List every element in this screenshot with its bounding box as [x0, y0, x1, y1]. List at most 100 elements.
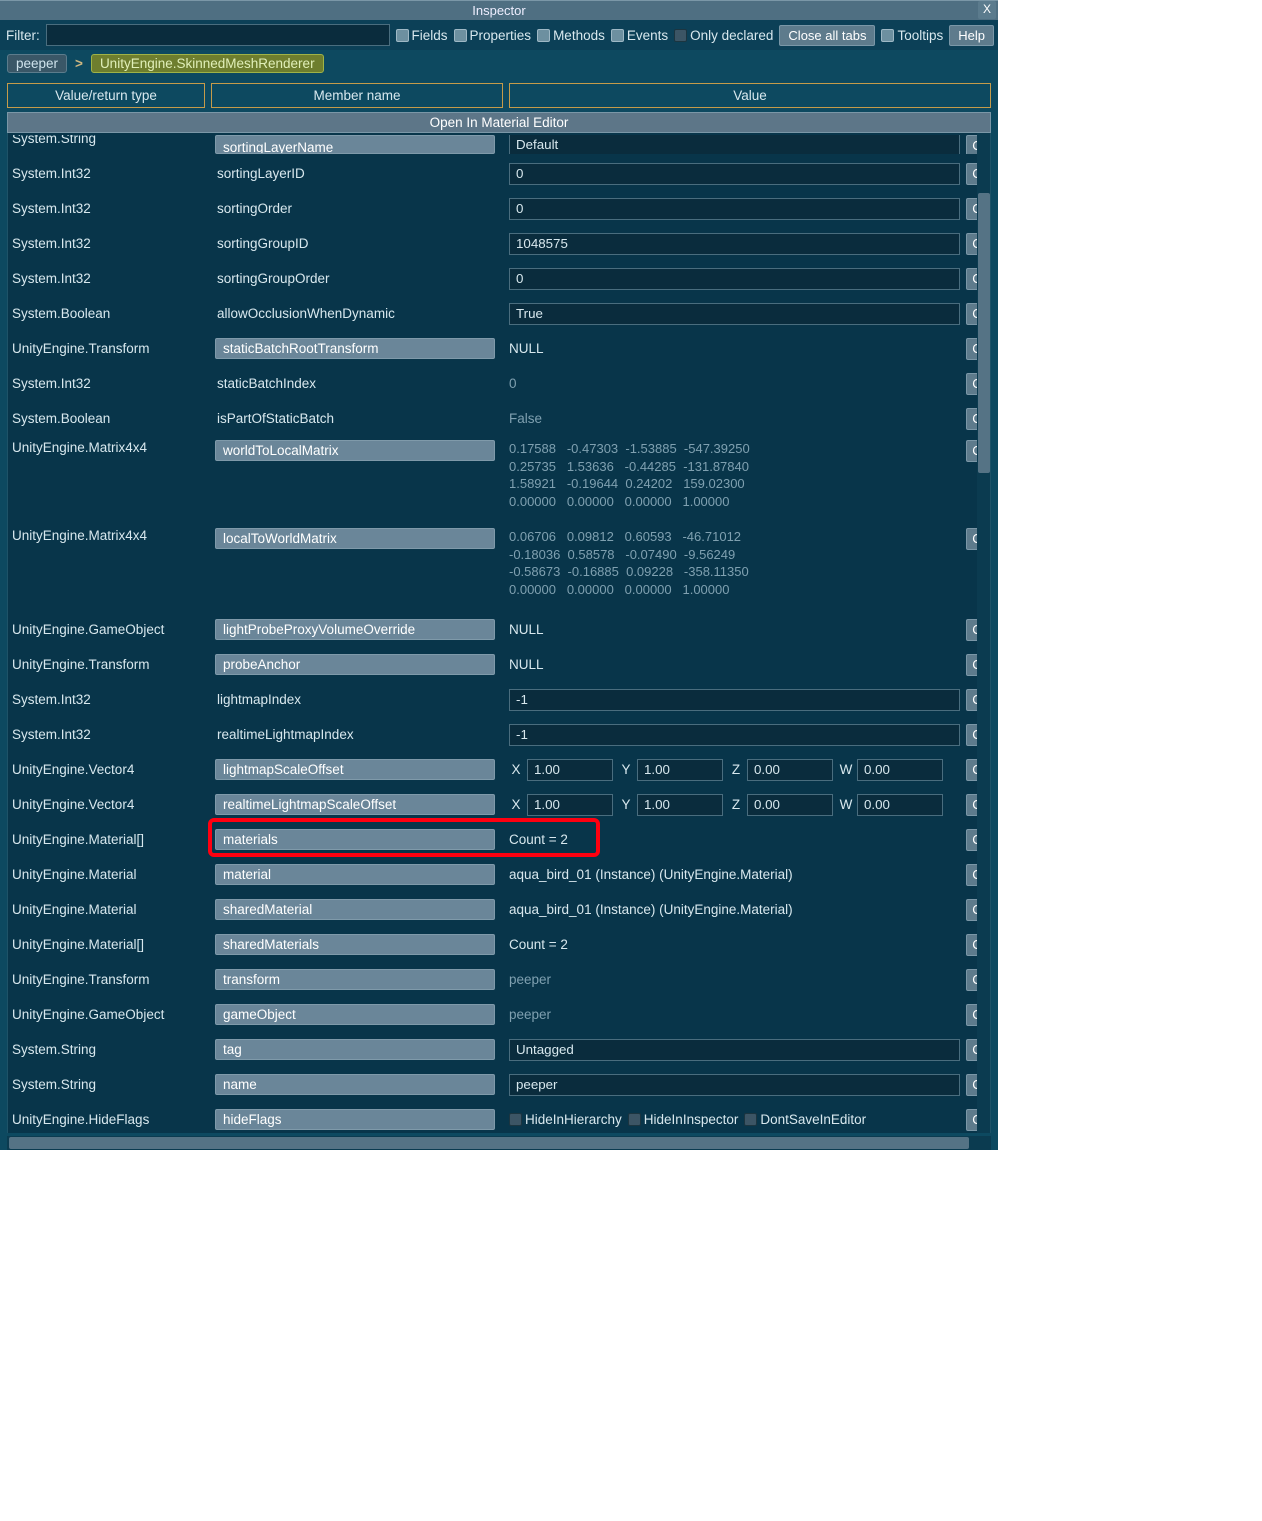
member-button[interactable]: materials [215, 829, 495, 850]
flag-toggle[interactable]: HideInInspector [628, 1112, 739, 1127]
column-headers: Value/return type Member name Value [0, 79, 998, 112]
value-input[interactable] [509, 689, 960, 711]
value-cell [507, 135, 964, 154]
toggle-fields[interactable]: Fields [396, 28, 448, 43]
member-label: sortingGroupOrder [215, 271, 330, 286]
member-button[interactable]: sharedMaterials [215, 934, 495, 955]
members-grid: System.StringsortingLayerNameCSystem.Int… [8, 133, 990, 1133]
member-cell: worldToLocalMatrix [215, 440, 507, 461]
member-label: sortingGroupID [215, 236, 309, 251]
open-in-material-editor-button[interactable]: Open In Material Editor [7, 112, 991, 133]
member-row: UnityEngine.Vector4realtimeLightmapScale… [8, 787, 990, 822]
value-dim: 0 [509, 376, 517, 391]
member-button[interactable]: sortingLayerName [215, 135, 495, 154]
toggle-methods[interactable]: Methods [537, 28, 605, 43]
member-row: System.BooleanallowOcclusionWhenDynamicC [8, 296, 990, 331]
value-input[interactable] [509, 198, 960, 220]
value-static: Count = 2 [509, 832, 568, 847]
toggle-events[interactable]: Events [611, 28, 668, 43]
flag-toggle[interactable]: HideInHierarchy [509, 1112, 622, 1127]
member-cell: realtimeLightmapIndex [215, 727, 507, 742]
value-static: aqua_bird_01 (Instance) (UnityEngine.Mat… [509, 867, 793, 882]
member-label: sortingLayerID [215, 166, 305, 181]
value-cell: NULL [507, 657, 964, 672]
member-cell: materials [215, 829, 507, 850]
member-button[interactable]: staticBatchRootTransform [215, 338, 495, 359]
filter-input[interactable] [46, 24, 390, 46]
member-button[interactable]: gameObject [215, 1004, 495, 1025]
value-cell: Count = 2 [507, 937, 964, 952]
member-button[interactable]: sharedMaterial [215, 899, 495, 920]
type-cell: UnityEngine.Transform [8, 657, 215, 672]
value-input[interactable] [509, 135, 960, 154]
member-button[interactable]: transform [215, 969, 495, 990]
horizontal-scrollbar[interactable] [7, 1136, 991, 1150]
type-cell: System.Boolean [8, 411, 215, 426]
close-icon[interactable]: X [978, 1, 996, 19]
value-input[interactable] [509, 1074, 960, 1096]
vec-input-w[interactable] [857, 794, 943, 816]
help-button[interactable]: Help [949, 25, 994, 46]
window-title: Inspector [472, 3, 525, 18]
vec-input-z[interactable] [747, 794, 833, 816]
scroll-thumb[interactable] [978, 193, 990, 473]
value-cell: Count = 2 [507, 832, 964, 847]
member-button[interactable]: worldToLocalMatrix [215, 440, 495, 461]
vec-component-y: Y [619, 794, 723, 816]
header-member: Member name [211, 83, 503, 108]
member-button[interactable]: hideFlags [215, 1109, 495, 1130]
member-cell: hideFlags [215, 1109, 507, 1130]
vec-input-x[interactable] [527, 794, 613, 816]
vertical-scrollbar[interactable] [977, 133, 991, 1133]
vec-input-y[interactable] [637, 794, 723, 816]
value-cell: False [507, 411, 964, 426]
member-button[interactable]: realtimeLightmapScaleOffset [215, 794, 495, 815]
member-button[interactable]: probeAnchor [215, 654, 495, 675]
filter-label: Filter: [4, 28, 40, 43]
value-input[interactable] [509, 1039, 960, 1061]
member-button[interactable]: lightmapScaleOffset [215, 759, 495, 780]
type-cell: System.Int32 [8, 201, 215, 216]
value-input[interactable] [509, 303, 960, 325]
member-row: UnityEngine.Vector4lightmapScaleOffsetXY… [8, 752, 990, 787]
member-button[interactable]: localToWorldMatrix [215, 528, 495, 549]
vec-input-x[interactable] [527, 759, 613, 781]
member-button[interactable]: material [215, 864, 495, 885]
member-button[interactable]: lightProbeProxyVolumeOverride [215, 619, 495, 640]
vec-input-w[interactable] [857, 759, 943, 781]
type-cell: UnityEngine.Transform [8, 972, 215, 987]
breadcrumb-root[interactable]: peeper [7, 54, 67, 73]
value-cell [507, 268, 964, 290]
value-cell: aqua_bird_01 (Instance) (UnityEngine.Mat… [507, 902, 964, 917]
member-cell: sharedMaterials [215, 934, 507, 955]
member-cell: localToWorldMatrix [215, 528, 507, 549]
breadcrumb-current[interactable]: UnityEngine.SkinnedMeshRenderer [91, 54, 324, 73]
type-cell: System.Int32 [8, 236, 215, 251]
vec-input-z[interactable] [747, 759, 833, 781]
close-all-tabs-button[interactable]: Close all tabs [779, 25, 875, 46]
value-input[interactable] [509, 233, 960, 255]
hscroll-thumb[interactable] [9, 1137, 969, 1149]
vec-input-y[interactable] [637, 759, 723, 781]
value-static: aqua_bird_01 (Instance) (UnityEngine.Mat… [509, 902, 793, 917]
member-cell: staticBatchRootTransform [215, 338, 507, 359]
vec-label: W [839, 797, 853, 812]
member-button[interactable]: name [215, 1074, 495, 1095]
type-cell: UnityEngine.Transform [8, 341, 215, 356]
member-label: allowOcclusionWhenDynamic [215, 306, 395, 321]
value-input[interactable] [509, 268, 960, 290]
flag-toggle[interactable]: DontSaveInEditor [744, 1112, 866, 1127]
value-input[interactable] [509, 724, 960, 746]
member-row: System.Int32sortingGroupOrderC [8, 261, 990, 296]
member-button[interactable]: tag [215, 1039, 495, 1060]
toggle-only-declared[interactable]: Only declared [674, 28, 773, 43]
value-input[interactable] [509, 163, 960, 185]
member-row: UnityEngine.Material[]materialsCount = 2… [8, 822, 990, 857]
member-row: UnityEngine.GameObjectlightProbeProxyVol… [8, 612, 990, 647]
value-cell: HideInHierarchy HideInInspector DontSaveIn… [507, 1112, 964, 1127]
toggle-tooltips[interactable]: Tooltips [881, 28, 943, 43]
member-label: isPartOfStaticBatch [215, 411, 334, 426]
member-row: UnityEngine.MaterialsharedMaterialaqua_b… [8, 892, 990, 927]
toolbar: Filter: Fields Properties Methods Events… [0, 20, 998, 50]
toggle-properties[interactable]: Properties [454, 28, 532, 43]
